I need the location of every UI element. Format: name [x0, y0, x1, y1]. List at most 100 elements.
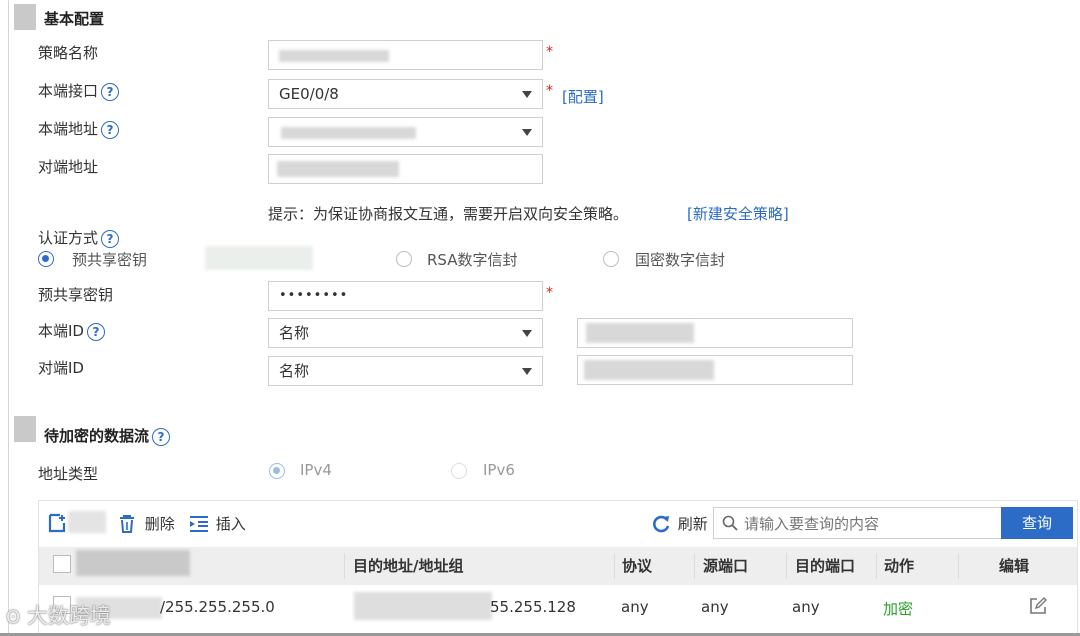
search-icon: [722, 515, 738, 531]
peer-id-input[interactable]: [577, 355, 853, 385]
auth-option-psk-label: 预共享密钥: [72, 251, 148, 269]
chevron-down-icon: [522, 368, 532, 375]
col-header-destination[interactable]: 目的地址/地址组: [353, 547, 463, 585]
required-mark: *: [546, 285, 553, 301]
new-security-policy-link[interactable]: [新建安全策略]: [687, 203, 789, 224]
watermark: ʘ 大数跨境: [6, 600, 111, 630]
local-id-type-select[interactable]: 名称: [268, 318, 543, 348]
column-divider: [876, 553, 877, 579]
local-id-input[interactable]: [577, 318, 853, 348]
configure-link[interactable]: [配置]: [562, 86, 604, 107]
redacted-value: [281, 127, 416, 139]
chevron-down-icon: [522, 129, 532, 136]
watermark-text: 大数跨境: [26, 604, 111, 628]
peer-address-input[interactable]: [268, 154, 543, 184]
local-interface-label: 本端接口?: [38, 80, 120, 101]
redacted-label: [68, 511, 106, 533]
local-interface-select[interactable]: GE0/0/8: [268, 79, 543, 109]
help-icon: ?: [101, 82, 120, 101]
refresh-button[interactable]: 刷新: [651, 513, 708, 534]
peer-id-type-select[interactable]: 名称: [268, 356, 543, 386]
col-header-edit: 编辑: [999, 557, 1030, 575]
select-all-checkbox[interactable]: [53, 555, 71, 573]
redacted-value: [584, 360, 714, 380]
help-icon: ?: [101, 229, 120, 248]
peer-address-label: 对端地址: [38, 158, 99, 176]
local-address-select[interactable]: [268, 117, 543, 147]
refresh-icon: [653, 515, 670, 532]
delete-label: 删除: [144, 515, 175, 533]
query-button[interactable]: 查询: [1001, 507, 1073, 539]
addr-type-radio-ipv4[interactable]: [269, 463, 285, 479]
psk-input[interactable]: ••••••••: [268, 281, 543, 311]
search-box[interactable]: [713, 507, 1003, 539]
auth-option-rsa-label: RSA数字信封: [427, 251, 518, 269]
psk-label: 预共享密钥: [38, 286, 114, 304]
add-rule-button[interactable]: [48, 513, 66, 533]
auth-radio-rsa[interactable]: [396, 251, 412, 267]
local-id-label: 本端ID?: [38, 320, 105, 341]
addr-type-ipv4-label: IPv4: [300, 461, 332, 479]
row-dst-port: any: [792, 598, 820, 616]
row-action: 加密: [883, 600, 914, 618]
page-left-border: [8, 0, 9, 636]
section-title-basic: 基本配置: [44, 10, 105, 28]
hint-text: 提示：为保证协商报文互通，需要开启双向安全策略。: [268, 205, 629, 223]
redacted-value: [277, 161, 399, 177]
col-header-protocol[interactable]: 协议: [622, 547, 652, 585]
edit-icon: [1030, 597, 1047, 614]
section-collapse-toggle[interactable]: [14, 4, 36, 30]
auth-method-label: 认证方式?: [38, 227, 120, 248]
column-divider: [344, 553, 345, 579]
trash-icon: [120, 514, 134, 533]
peer-id-label: 对端ID: [38, 359, 84, 377]
redacted-block: [205, 246, 313, 270]
section-title-flow: 待加密的数据流?: [44, 425, 171, 446]
row-source-address: /255.255.255.0: [160, 598, 275, 616]
local-interface-value: GE0/0/8: [279, 85, 339, 103]
chevron-down-icon: [522, 91, 532, 98]
addr-type-ipv6-label: IPv6: [483, 461, 515, 479]
delete-button[interactable]: 删除: [118, 513, 175, 534]
auth-radio-psk[interactable]: [38, 251, 54, 267]
chevron-down-icon: [522, 330, 532, 337]
add-icon: [48, 513, 66, 533]
required-mark: *: [546, 44, 553, 60]
edit-button[interactable]: [1029, 597, 1047, 619]
policy-name-label: 策略名称: [38, 44, 99, 62]
row-destination-address: 55.255.128: [490, 598, 576, 616]
column-divider: [694, 553, 695, 579]
help-icon: ?: [152, 427, 171, 446]
address-type-label: 地址类型: [38, 465, 99, 483]
insert-label: 插入: [215, 515, 246, 533]
col-header-dst-port[interactable]: 目的端口: [795, 547, 855, 585]
column-divider: [614, 553, 615, 579]
table-header: [39, 547, 1077, 585]
row-protocol: any: [621, 598, 649, 616]
help-icon: ?: [86, 322, 105, 341]
auth-radio-sm[interactable]: [603, 251, 619, 267]
insert-button[interactable]: 插入: [189, 513, 246, 534]
refresh-label: 刷新: [677, 515, 708, 533]
redacted-value: [279, 50, 389, 62]
search-input[interactable]: [742, 511, 996, 537]
section-collapse-toggle[interactable]: [14, 416, 36, 442]
watermark-logo-icon: ʘ: [6, 607, 21, 628]
redacted-value: [354, 592, 492, 620]
policy-name-input[interactable]: [268, 40, 543, 70]
col-header-action[interactable]: 动作: [884, 547, 914, 585]
help-icon: ?: [101, 120, 120, 139]
peer-id-type-value: 名称: [279, 362, 310, 380]
psk-masked-value: ••••••••: [279, 288, 349, 303]
auth-option-sm-label: 国密数字信封: [635, 251, 726, 269]
local-address-label: 本端地址?: [38, 118, 120, 139]
row-src-port: any: [701, 598, 729, 616]
column-divider: [786, 553, 787, 579]
addr-type-radio-ipv6[interactable]: [451, 463, 467, 479]
local-id-type-value: 名称: [279, 324, 310, 342]
col-header-src-port[interactable]: 源端口: [703, 547, 748, 585]
column-divider: [958, 553, 959, 579]
insert-icon: [190, 515, 208, 532]
redacted-value: [586, 323, 694, 343]
required-mark: *: [546, 83, 553, 99]
